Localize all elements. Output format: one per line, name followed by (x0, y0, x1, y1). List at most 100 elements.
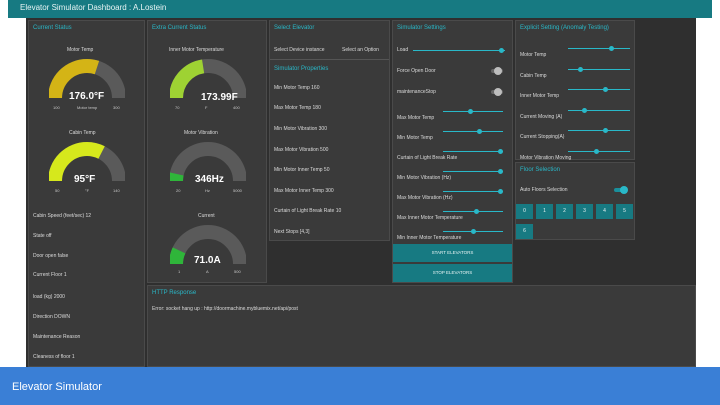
inner-temp-value: 173.99F (201, 92, 238, 103)
property-item: Max Motor Vibration 500 (274, 147, 329, 153)
status-field: Cleaness of floor 1 (33, 354, 75, 360)
status-field: Current Floor 1 (33, 272, 67, 278)
vibration-value: 346Hz (195, 174, 224, 185)
select-elevator-title: Select Elevator (274, 25, 315, 31)
status-field: Cabin Speed (feet/sec) 12 (33, 213, 92, 219)
slider-label: Motor Vibration Moving (520, 154, 572, 161)
current-label: Current (198, 213, 215, 219)
slider-track[interactable] (443, 131, 503, 132)
extra-status-panel: Extra Current Status Inner Motor Tempera… (147, 20, 267, 283)
current-min: 1 (178, 269, 181, 274)
slider-track[interactable] (568, 109, 630, 111)
start-elevators-button[interactable]: START ELEVATORS (393, 244, 512, 262)
http-response-panel: HTTP Response Error: socket hang up : ht… (147, 285, 696, 367)
motor-temp-label: Motor Temp (67, 47, 94, 53)
toggle-label: Force Open Door (397, 68, 436, 74)
slider-knob[interactable] (603, 128, 609, 133)
extra-status-title: Extra Current Status (152, 25, 207, 31)
property-item: Max Motor Inner Temp 300 (274, 188, 334, 194)
slider-label: Inner Motor Temp (520, 93, 560, 99)
load-label: Load (397, 47, 409, 53)
current-status-title: Current Status (33, 25, 72, 31)
slider-track[interactable] (568, 48, 630, 49)
slider-knob[interactable] (581, 107, 587, 113)
cabin-temp-value: 95°F (74, 174, 96, 185)
stop-elevators-button[interactable]: STOP ELEVATORS (393, 264, 512, 282)
slider-track[interactable] (568, 130, 630, 131)
motor-temp-min: 100 (53, 105, 60, 110)
app-header-bar: Elevator Simulator Dashboard : A.Lostein (8, 0, 712, 18)
slider-knob[interactable] (498, 169, 503, 174)
slider-track[interactable] (443, 151, 503, 152)
slider-knob[interactable] (603, 87, 609, 92)
divider (270, 59, 389, 60)
inner-temp-min: 70 (175, 105, 180, 110)
slider-track[interactable] (443, 191, 503, 192)
slider-label: Min Motor Temp (397, 135, 433, 141)
cabin-temp-max: 140 (113, 188, 120, 193)
slider-track[interactable] (443, 211, 503, 212)
auto-floors-toggle[interactable] (614, 186, 628, 194)
vibration-label: Motor Vibration (184, 130, 218, 136)
slider-knob[interactable] (471, 229, 476, 234)
cabin-temp-unit: °F (85, 188, 90, 193)
slider-knob[interactable] (498, 149, 503, 154)
floor-button-2[interactable]: 2 (556, 204, 573, 219)
slider-label: Max Motor Temp (397, 115, 435, 121)
floor-button-3[interactable]: 3 (576, 204, 593, 219)
cabin-temp-min: 50 (55, 188, 60, 193)
floor-button-5[interactable]: 5 (616, 204, 633, 219)
slider-label: Min Motor Vibration (Hz) (397, 175, 452, 181)
app-title: Elevator Simulator Dashboard : A.Lostein (20, 3, 167, 12)
status-field: Maintenance Reason (33, 334, 81, 340)
maintenance-stop-toggle[interactable] (491, 88, 503, 96)
slider-track[interactable] (568, 150, 630, 152)
vibration-unit: Hz (205, 188, 210, 193)
sim-settings-title: Simulator Settings (397, 25, 446, 31)
slider-track[interactable] (568, 68, 630, 70)
device-instance-label: Select Device instance (274, 47, 325, 53)
status-field: State off (33, 233, 52, 239)
footer-bar: Elevator Simulator (0, 367, 720, 405)
slider-track[interactable] (568, 89, 630, 90)
dashboard: Current Status Motor Temp 176.0°F 100 Mo… (26, 18, 696, 367)
motor-temp-unit: Motor temp (77, 105, 98, 110)
footer-title: Elevator Simulator (12, 381, 102, 393)
floor-button-0[interactable]: 0 (516, 204, 533, 219)
slider-knob[interactable] (593, 148, 599, 154)
load-slider-knob[interactable] (499, 48, 504, 53)
slider-knob[interactable] (578, 66, 584, 72)
browser-frame: Elevator Simulator Dashboard : A.Lostein… (0, 0, 720, 367)
floor-button-1[interactable]: 1 (536, 204, 553, 219)
slider-label: Curtain of Light Break Rate (397, 155, 458, 161)
force-open-door-toggle[interactable] (491, 67, 503, 75)
property-item: Min Motor Vibration 300 (274, 126, 327, 132)
slider-label: Min Inner Motor Temperature (397, 235, 462, 241)
current-value: 71.0A (194, 255, 221, 266)
slider-knob[interactable] (609, 46, 615, 51)
vibration-max: 5000 (233, 188, 242, 193)
inner-temp-unit: F (205, 105, 208, 110)
slider-knob[interactable] (498, 189, 503, 194)
slider-label: Cabin Temp (520, 72, 547, 79)
slider-knob[interactable] (468, 109, 473, 114)
explicit-setting-panel: Explicit Setting (Anomaly Testing) Motor… (515, 20, 635, 161)
slider-track[interactable] (443, 111, 503, 112)
sim-properties-title: Simulator Properties (274, 66, 329, 72)
floor-button-6[interactable]: 6 (516, 224, 533, 239)
property-item: Min Motor Temp 160 (274, 85, 320, 91)
slider-knob[interactable] (477, 129, 482, 134)
floor-selection-title: Floor Selection (520, 167, 561, 173)
slider-label: Current Stopping(A) (520, 134, 565, 140)
load-slider-track[interactable] (413, 50, 505, 51)
slider-knob[interactable] (474, 209, 479, 214)
device-instance-select[interactable]: Select an Option (342, 47, 379, 53)
floor-selection-panel: Floor Selection Auto Floors Selection 0 … (515, 162, 635, 240)
status-field: Direction DOWN (33, 314, 70, 320)
slider-track[interactable] (443, 171, 503, 172)
property-item: Next Stops [4,3] (274, 229, 310, 235)
toggle-label: maintenanceStop (397, 89, 436, 95)
floor-button-4[interactable]: 4 (596, 204, 613, 219)
vibration-min: 20 (176, 188, 181, 193)
current-unit: A (206, 269, 209, 274)
